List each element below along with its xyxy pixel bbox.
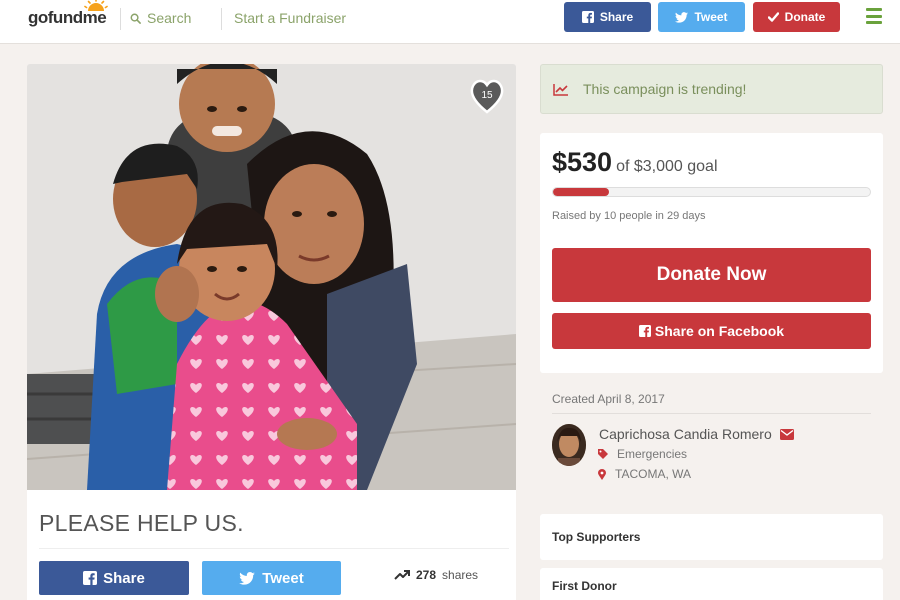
facebook-icon [581, 11, 594, 23]
campaign-share-label: Share [103, 569, 145, 587]
location-pin-icon [598, 468, 606, 480]
nav-divider [221, 8, 222, 30]
shares-label: shares [442, 568, 479, 582]
campaign-tweet-label: Tweet [262, 569, 304, 587]
share-on-facebook-label: Share on Facebook [654, 323, 785, 339]
organizer-row: Caprichosa Candia Romero [599, 426, 794, 442]
header-donate-label: Donate [784, 10, 826, 24]
hamburger-menu-icon[interactable] [866, 8, 882, 24]
campaign-title: PLEASE HELP US. [39, 510, 244, 536]
created-date: Created April 8, 2017 [552, 392, 665, 406]
twitter-icon [239, 571, 256, 585]
facebook-icon [83, 571, 98, 585]
shares-counter: 278 shares [394, 568, 478, 582]
twitter-icon [675, 11, 689, 23]
campaign-tweet-button[interactable]: Tweet [202, 561, 341, 595]
top-supporters-heading: Top Supporters [552, 530, 641, 544]
heart-count: 15 [481, 90, 493, 101]
search-icon [130, 13, 141, 24]
header-tweet-button[interactable]: Tweet [658, 2, 745, 32]
envelope-icon[interactable] [779, 428, 794, 440]
location-row: TACOMA, WA [598, 467, 691, 481]
facebook-icon [638, 325, 651, 337]
search-link[interactable]: Search [130, 10, 191, 26]
campaign-share-button[interactable]: Share [39, 561, 189, 595]
donate-now-button[interactable]: Donate Now [552, 248, 871, 302]
goal-text: of $3,000 goal [616, 158, 718, 175]
raised-amount: $530 [552, 147, 613, 177]
header-donate-button[interactable]: Donate [753, 2, 840, 32]
tag-icon [598, 449, 608, 459]
header-tweet-label: Tweet [694, 10, 728, 24]
organizer-avatar[interactable] [552, 424, 586, 466]
start-fundraiser-link[interactable]: Start a Fundraiser [234, 10, 346, 26]
nav-divider [120, 8, 121, 30]
checkmark-icon [767, 12, 779, 22]
category-link[interactable]: Emergencies [617, 447, 687, 461]
created-divider [552, 413, 871, 414]
header-share-button[interactable]: Share [564, 2, 651, 32]
first-donor-heading: First Donor [552, 579, 617, 593]
raised-summary: $530 of $3,000 goal [552, 147, 718, 178]
shares-count: 278 [416, 568, 437, 582]
category-row: Emergencies [598, 447, 687, 461]
trending-text: This campaign is trending! [583, 81, 747, 97]
campaign-photo [27, 64, 516, 490]
trending-banner: This campaign is trending! [540, 64, 883, 114]
share-on-facebook-button[interactable]: Share on Facebook [552, 313, 871, 349]
header-share-label: Share [599, 10, 634, 24]
location-text: TACOMA, WA [615, 467, 691, 481]
goal-progress-bar [552, 187, 871, 197]
gofundme-logo[interactable]: gofundme [28, 0, 108, 28]
trending-icon [553, 83, 568, 96]
logo-sun-icon [84, 0, 108, 11]
title-divider [39, 548, 509, 549]
raised-by-text: Raised by 10 people in 29 days [552, 210, 706, 222]
progress-fill [553, 188, 609, 196]
search-label: Search [147, 10, 192, 26]
organizer-name[interactable]: Caprichosa Candia Romero [599, 426, 772, 442]
trending-icon [394, 570, 410, 580]
top-navigation-bar: gofundme Search Start a Fundraiser Share… [0, 0, 900, 44]
